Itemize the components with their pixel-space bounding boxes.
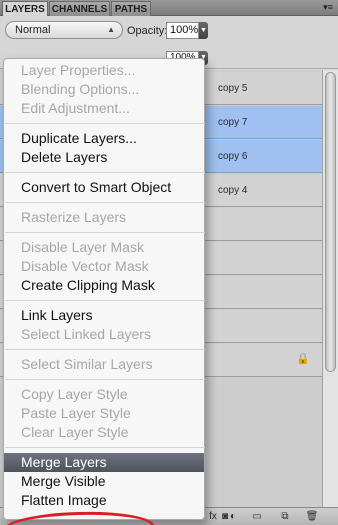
menu-separator	[5, 123, 205, 126]
menu-separator	[5, 447, 205, 450]
menu-item-flatten-image[interactable]: Flatten Image	[4, 491, 204, 510]
options-row: Normal ▲ Opacity: 100% ▼	[0, 17, 338, 43]
menu-item-paste-layer-style: Paste Layer Style	[21, 405, 131, 421]
scroll-thumb[interactable]	[325, 72, 336, 372]
menu-item-disable-layer-mask: Disable Layer Mask	[21, 239, 144, 255]
blend-mode-value: Normal	[15, 24, 51, 36]
opacity-input[interactable]: 100%	[166, 22, 199, 39]
menu-separator	[5, 349, 205, 352]
menu-separator	[5, 172, 205, 175]
panel-menu-icon[interactable]: ▾≡	[322, 2, 334, 13]
menu-item-duplicate-layers[interactable]: Duplicate Layers...	[4, 129, 204, 148]
layer-name: copy 6	[218, 151, 248, 162]
menu-separator	[5, 300, 205, 303]
panel-header: LAYERS CHANNELS PATHS ▾≡	[0, 0, 338, 16]
tab-channels[interactable]: CHANNELS	[49, 1, 110, 16]
menu-item-create-clipping-mask[interactable]: Create Clipping Mask	[4, 276, 204, 295]
new-layer-icon[interactable]: ⧉	[278, 510, 292, 523]
menu-item-merge-layers[interactable]: Merge Layers	[4, 453, 204, 472]
layer-name: copy 5	[218, 83, 248, 94]
layers-scrollbar[interactable]	[322, 70, 338, 507]
menu-item-rasterize-layers: Rasterize Layers	[21, 209, 127, 225]
tab-layers[interactable]: LAYERS	[2, 1, 48, 16]
menu-separator	[5, 232, 205, 235]
menu-item-layer-properties: Layer Properties...	[21, 62, 136, 78]
menu-item-select-similar-layers: Select Similar Layers	[21, 356, 153, 372]
menu-item-clear-layer-style: Clear Layer Style	[21, 424, 129, 440]
select-arrows-icon: ▲	[107, 25, 115, 34]
tab-paths[interactable]: PATHS	[111, 1, 151, 16]
opacity-arrow-icon[interactable]: ▼	[199, 22, 208, 39]
opacity-label: Opacity:	[127, 25, 168, 37]
menu-item-disable-vector-mask: Disable Vector Mask	[21, 258, 149, 274]
adjustment-icon[interactable]: ◐	[226, 510, 240, 523]
lock-icon: 🔒	[296, 353, 310, 365]
menu-separator	[5, 202, 205, 205]
menu-item-select-linked-layers: Select Linked Layers	[21, 326, 151, 342]
layer-name: copy 7	[218, 117, 248, 128]
menu-item-blending-options: Blending Options...	[21, 81, 140, 97]
folder-icon[interactable]: ▭	[250, 510, 264, 523]
annotation-circle	[3, 510, 155, 525]
menu-item-edit-adjustment: Edit Adjustment...	[21, 100, 130, 116]
menu-separator	[5, 379, 205, 382]
menu-item-link-layers[interactable]: Link Layers	[4, 306, 204, 325]
layer-name: copy 4	[218, 185, 248, 196]
menu-item-merge-visible[interactable]: Merge Visible	[4, 472, 204, 491]
trash-icon[interactable]: 🗑	[305, 510, 319, 523]
menu-item-copy-layer-style: Copy Layer Style	[21, 386, 128, 402]
blend-mode-select[interactable]: Normal ▲	[5, 21, 123, 39]
menu-item-delete-layers[interactable]: Delete Layers	[4, 148, 204, 167]
layer-context-menu: Layer Properties... Blending Options... Ed…	[3, 58, 205, 525]
menu-item-convert-to-smart-object[interactable]: Convert to Smart Object	[4, 178, 204, 197]
